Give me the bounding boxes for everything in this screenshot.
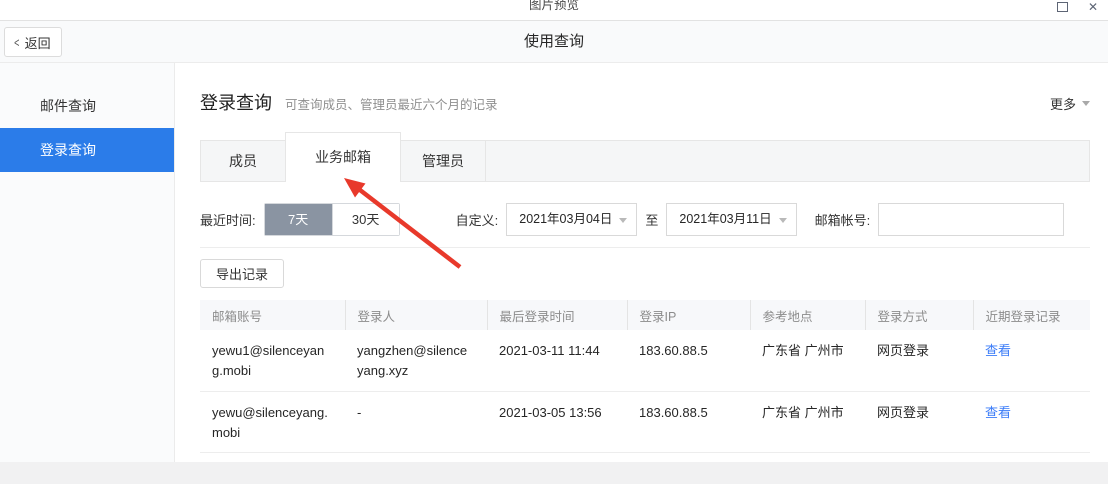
range-7days-button[interactable]: 7天 (265, 204, 332, 235)
more-dropdown[interactable]: 更多 (1050, 94, 1090, 113)
cell-last-login: 2021-03-05 13:56 (487, 391, 627, 452)
cell-person: yangzhen@silenceyang.xyz (345, 330, 487, 391)
cell-ip: 183.60.88.5 (627, 391, 750, 452)
col-header-recent-records: 近期登录记录 (973, 300, 1090, 330)
tab-admins[interactable]: 管理员 (400, 140, 486, 182)
cell-person: - (345, 391, 487, 452)
tab-bar: 成员 业务邮箱 管理员 (200, 132, 1090, 182)
col-header-person: 登录人 (345, 300, 487, 330)
filter-toolbar: 最近时间: 7天 30天 自定义: 2021年03月04日 至 2021年03月… (200, 202, 1090, 236)
date-to-value: 2021年03月11日 (679, 212, 771, 226)
close-icon[interactable]: ✕ (1088, 1, 1098, 13)
cell-method: 网页登录 (865, 330, 973, 391)
date-to-select[interactable]: 2021年03月11日 (666, 203, 796, 236)
recent-time-label: 最近时间: (200, 210, 256, 229)
cell-account: yewu1@silenceyang.mobi (200, 330, 345, 391)
page-title: 使用查询 (0, 21, 1108, 62)
export-records-button[interactable]: 导出记录 (200, 259, 284, 288)
view-details-link[interactable]: 查看 (985, 405, 1011, 420)
account-input[interactable] (878, 203, 1064, 236)
app-header: < 返回 使用查询 (0, 21, 1108, 63)
tab-bar-filler (485, 140, 1090, 182)
filter-separator (200, 247, 1090, 248)
col-header-location: 参考地点 (750, 300, 865, 330)
chevron-down-icon (1082, 101, 1090, 106)
bottom-bar (0, 462, 1108, 484)
window-title: 图片预览 (0, 0, 1108, 13)
account-label: 邮箱帐号: (815, 210, 871, 229)
view-details-link[interactable]: 查看 (985, 343, 1011, 358)
col-header-ip: 登录IP (627, 300, 750, 330)
window-titlebar: 图片预览 ✕ (0, 0, 1108, 21)
time-range-toggle: 7天 30天 (264, 203, 400, 236)
maximize-icon[interactable] (1057, 2, 1068, 12)
window-controls: ✕ (1057, 1, 1098, 13)
tab-business-mailbox[interactable]: 业务邮箱 (285, 132, 401, 182)
col-header-method: 登录方式 (865, 300, 973, 330)
tab-members[interactable]: 成员 (200, 140, 286, 182)
table-row: yewu1@silenceyang.mobi yangzhen@silencey… (200, 330, 1090, 391)
chevron-down-icon (779, 218, 787, 223)
section-subtitle: 可查询成员、管理员最近六个月的记录 (285, 94, 498, 113)
cell-method: 网页登录 (865, 391, 973, 452)
sidebar-item-login-query[interactable]: 登录查询 (0, 128, 174, 172)
main-content: 登录查询 可查询成员、管理员最近六个月的记录 更多 成员 业务邮箱 管理员 最近… (176, 63, 1108, 462)
more-label: 更多 (1050, 94, 1076, 113)
date-from-select[interactable]: 2021年03月04日 (506, 203, 637, 236)
col-header-account: 邮箱账号 (200, 300, 345, 330)
to-label: 至 (645, 210, 658, 229)
chevron-down-icon (619, 218, 627, 223)
section-heading-row: 登录查询 可查询成员、管理员最近六个月的记录 更多 (200, 89, 1090, 115)
cell-account: yewu@silenceyang.mobi (200, 391, 345, 452)
cell-ip: 183.60.88.5 (627, 330, 750, 391)
cell-last-login: 2021-03-11 11:44 (487, 330, 627, 391)
table-row: yewu@silenceyang.mobi - 2021-03-05 13:56… (200, 391, 1090, 452)
cell-location: 广东省 广州市 (750, 391, 865, 452)
col-header-last-login: 最后登录时间 (487, 300, 627, 330)
login-records-table: 邮箱账号 登录人 最后登录时间 登录IP 参考地点 登录方式 近期登录记录 ye… (200, 300, 1090, 453)
range-30days-button[interactable]: 30天 (332, 204, 399, 235)
table-header-row: 邮箱账号 登录人 最后登录时间 登录IP 参考地点 登录方式 近期登录记录 (200, 300, 1090, 330)
custom-range-label: 自定义: (456, 210, 499, 229)
date-from-value: 2021年03月04日 (519, 212, 612, 226)
section-title: 登录查询 (200, 89, 272, 115)
sidebar-item-mail-query[interactable]: 邮件查询 (0, 84, 174, 128)
cell-location: 广东省 广州市 (750, 330, 865, 391)
sidebar: 邮件查询 登录查询 (0, 63, 175, 462)
